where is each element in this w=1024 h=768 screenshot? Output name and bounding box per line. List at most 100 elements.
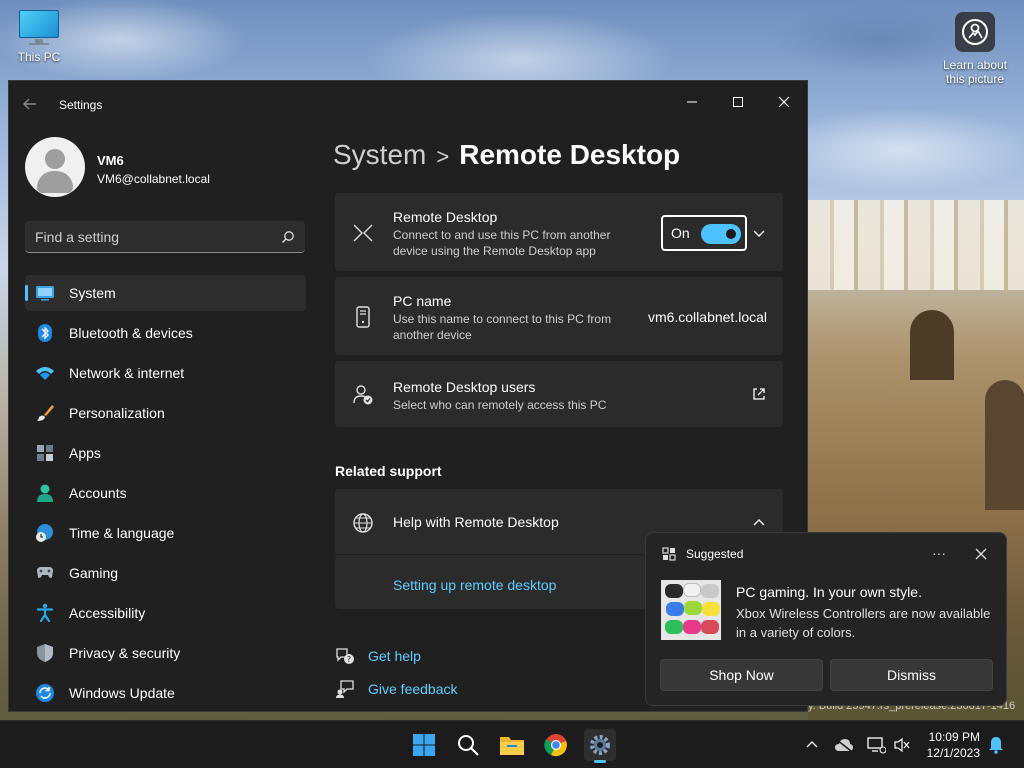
learn-label-line1: Learn about xyxy=(942,58,1008,72)
xbox-controllers-image xyxy=(661,580,721,640)
sidebar-item-label: System xyxy=(69,285,116,301)
user-email: VM6@collabnet.local xyxy=(97,172,210,186)
suggestion-notification[interactable]: Suggested ··· PC gaming. In your own sty… xyxy=(645,532,1007,706)
gear-icon xyxy=(590,735,610,755)
notification-header: Suggested xyxy=(662,547,743,561)
system-icon xyxy=(36,286,54,301)
update-icon xyxy=(36,684,54,702)
desktop-icon-this-pc[interactable]: This PC xyxy=(10,10,68,64)
give-feedback-link[interactable]: Give feedback xyxy=(335,679,458,699)
breadcrumb-parent[interactable]: System xyxy=(333,139,426,170)
get-help-label: Get help xyxy=(368,648,421,664)
file-explorer-button[interactable] xyxy=(496,729,528,761)
sidebar-item-gaming[interactable]: Gaming xyxy=(25,555,306,591)
wifi-icon xyxy=(36,367,54,380)
volume-muted-icon xyxy=(894,737,910,753)
start-button[interactable] xyxy=(408,729,440,761)
network-monitor-icon xyxy=(867,737,886,754)
remote-desktop-icon xyxy=(353,224,373,242)
maximize-icon xyxy=(733,97,743,107)
taskbar-clock[interactable]: 10:09 PM 12/1/2023 xyxy=(924,729,980,761)
sidebar-item-label: Bluetooth & devices xyxy=(69,325,193,341)
onedrive-tray[interactable] xyxy=(834,735,854,755)
pc-name-desc: Use this name to connect to this PC from… xyxy=(393,312,612,342)
settings-taskbar-button[interactable] xyxy=(584,729,616,763)
desktop-icon-learn-about-picture[interactable]: Learn about this picture xyxy=(938,12,1012,86)
close-button[interactable] xyxy=(761,87,807,117)
pc-name-value: vm6.collabnet.local xyxy=(647,309,767,325)
folder-icon xyxy=(500,737,524,755)
sidebar-item-label: Gaming xyxy=(69,565,119,581)
wallpaper-bridge-arch xyxy=(910,310,954,380)
notification-center-button[interactable] xyxy=(986,735,1006,755)
minimize-icon xyxy=(687,101,697,103)
toggle-state-label: On xyxy=(671,225,690,241)
breadcrumb-separator: > xyxy=(436,144,450,169)
pc-tower-icon xyxy=(356,306,370,328)
remote-desktop-toggle[interactable]: On xyxy=(661,215,747,251)
sidebar-item-apps[interactable]: Apps xyxy=(25,435,306,471)
minimize-button[interactable] xyxy=(669,87,715,117)
show-hidden-icons-button[interactable] xyxy=(802,735,822,755)
sidebar-item-label: Windows Update xyxy=(69,685,175,701)
taskbar-search-button[interactable] xyxy=(452,729,484,761)
page-title: Remote Desktop xyxy=(459,139,681,170)
maximize-button[interactable] xyxy=(715,87,761,117)
dismiss-button[interactable]: Dismiss xyxy=(830,659,993,691)
user-name: VM6 xyxy=(97,153,124,168)
taskbar: 10:09 PM 12/1/2023 xyxy=(0,720,1024,768)
open-external-icon[interactable] xyxy=(751,386,767,402)
accessibility-icon xyxy=(36,603,54,623)
back-button[interactable] xyxy=(23,97,43,113)
suggested-icon xyxy=(662,547,676,561)
title-bar[interactable]: Settings xyxy=(9,81,807,129)
sidebar-item-label: Network & internet xyxy=(69,365,185,381)
chevron-up-icon xyxy=(806,741,818,748)
sidebar-nav: System Bluetooth & devices Network & int… xyxy=(25,275,306,715)
search-input[interactable] xyxy=(35,227,265,247)
close-notification-icon[interactable] xyxy=(975,548,987,560)
accounts-icon xyxy=(37,484,53,502)
search-box[interactable] xyxy=(25,221,305,253)
remote-desktop-card[interactable]: Remote Desktop Connect to and use this P… xyxy=(335,193,783,271)
sidebar-item-accounts[interactable]: Accounts xyxy=(25,475,306,511)
shop-now-button[interactable]: Shop Now xyxy=(660,659,823,691)
remote-desktop-title: Remote Desktop xyxy=(393,209,498,225)
more-options-button[interactable]: ··· xyxy=(932,545,946,561)
feedback-icon xyxy=(336,680,354,698)
volume-tray[interactable] xyxy=(892,735,912,755)
network-tray[interactable] xyxy=(866,735,886,755)
get-help-link[interactable]: ? Get help xyxy=(335,646,421,666)
monitor-icon xyxy=(17,10,61,46)
sidebar-item-label: Accounts xyxy=(69,485,127,501)
toggle-switch[interactable] xyxy=(701,224,741,244)
remote-desktop-users-card[interactable]: Remote Desktop users Select who can remo… xyxy=(335,361,783,427)
give-feedback-label: Give feedback xyxy=(368,681,458,697)
setting-up-remote-desktop-link[interactable]: Setting up remote desktop xyxy=(393,577,556,593)
search-icon xyxy=(458,735,479,756)
sidebar-item-personalization[interactable]: Personalization xyxy=(25,395,306,431)
learn-label-line2: this picture xyxy=(945,72,1005,86)
sidebar-item-accessibility[interactable]: Accessibility xyxy=(25,595,306,631)
chrome-button[interactable] xyxy=(540,729,572,761)
camera-pin-icon xyxy=(955,12,995,52)
back-arrow-icon xyxy=(23,98,36,110)
chevron-up-icon[interactable] xyxy=(751,515,767,531)
wallpaper-bridge-arch-2 xyxy=(985,380,1024,510)
remote-desktop-desc: Connect to and use this PC from another … xyxy=(393,228,611,258)
bluetooth-icon xyxy=(38,324,52,342)
search-icon[interactable] xyxy=(281,230,295,244)
sidebar-item-time-language[interactable]: Time & language xyxy=(25,515,306,551)
brush-icon xyxy=(37,405,54,421)
sidebar-item-system[interactable]: System xyxy=(25,275,306,311)
breadcrumb: System > Remote Desktop xyxy=(333,139,680,171)
sidebar-item-privacy[interactable]: Privacy & security xyxy=(25,635,306,671)
notification-title: PC gaming. In your own style. xyxy=(736,584,922,600)
help-title: Help with Remote Desktop xyxy=(393,514,559,530)
globe-icon xyxy=(353,513,373,533)
sidebar-item-bluetooth[interactable]: Bluetooth & devices xyxy=(25,315,306,351)
chevron-down-icon[interactable] xyxy=(751,225,767,241)
sidebar-item-label: Personalization xyxy=(69,405,165,421)
sidebar-item-network[interactable]: Network & internet xyxy=(25,355,306,391)
sidebar-item-windows-update[interactable]: Windows Update xyxy=(25,675,306,711)
